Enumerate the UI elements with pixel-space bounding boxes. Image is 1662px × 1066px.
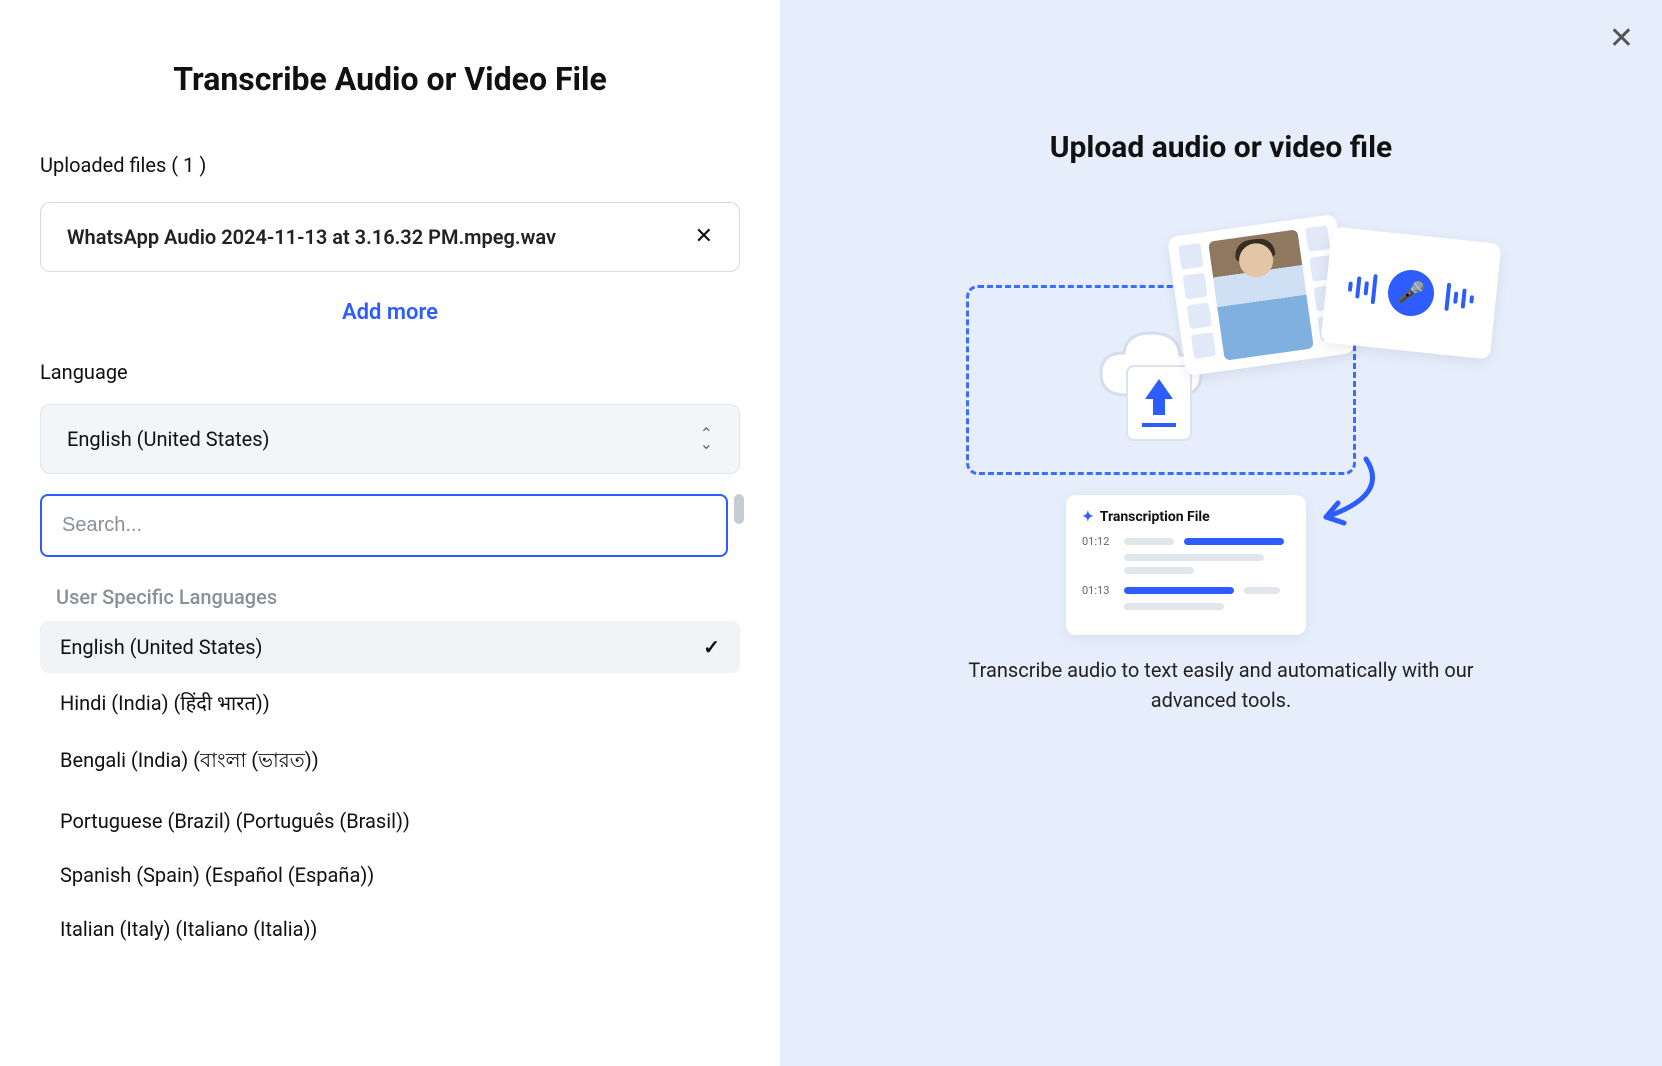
add-more-button[interactable]: Add more <box>40 300 740 325</box>
language-option[interactable]: Bengali (India) (বাংলা (ভারত)) <box>40 732 740 793</box>
language-option[interactable]: Hindi (India) (हिंदी भारत)) <box>40 675 740 730</box>
language-option-label: English (United States) <box>60 635 263 659</box>
uploaded-file-chip: WhatsApp Audio 2024-11-13 at 3.16.32 PM.… <box>40 202 740 272</box>
language-label: Language <box>40 360 740 384</box>
chevron-sort-icon: ⌃⌄ <box>700 429 713 448</box>
right-panel: ✕ Upload audio or video file 🎤 <box>780 0 1662 1066</box>
waveform-icon <box>1347 271 1378 304</box>
upload-card <box>1126 365 1192 441</box>
search-input[interactable] <box>40 494 728 557</box>
language-dropdown: User Specific Languages English (United … <box>40 494 740 955</box>
language-options-list: English (United States) ✓ Hindi (India) … <box>40 621 740 955</box>
language-option-label: Spanish (Spain) (Español (España)) <box>60 863 374 887</box>
language-option-label: Portuguese (Brazil) (Português (Brasil)) <box>60 809 410 833</box>
waveform-icon <box>1444 283 1475 314</box>
language-option[interactable]: Spanish (Spain) (Español (España)) <box>40 849 740 901</box>
upload-illustration: 🎤 ✦ Transcription File 01:12 01:13 <box>946 225 1496 655</box>
remove-file-icon[interactable]: ✕ <box>695 226 713 248</box>
language-option-label: Hindi (India) (हिंदी भारत)) <box>60 689 270 716</box>
language-option-label: Bengali (India) (বাংলা (ভারত)) <box>60 746 319 779</box>
language-option[interactable]: English (United States) ✓ <box>40 621 740 673</box>
checkmark-icon: ✓ <box>703 635 720 659</box>
language-option-label: Italian (Italy) (Italiano (Italia)) <box>60 917 317 941</box>
audio-thumbnail-card: 🎤 <box>1320 226 1501 359</box>
selected-language: English (United States) <box>67 427 270 451</box>
left-panel: Transcribe Audio or Video File Uploaded … <box>0 0 780 1066</box>
language-select[interactable]: English (United States) ⌃⌄ <box>40 404 740 474</box>
transcription-file-card: ✦ Transcription File 01:12 01:13 <box>1066 495 1306 635</box>
upload-arrow-icon <box>1145 379 1173 399</box>
dropdown-section-header: User Specific Languages <box>40 579 740 621</box>
close-icon[interactable]: ✕ <box>1609 24 1634 54</box>
curved-arrow-icon <box>1306 455 1396 545</box>
transcription-card-title: ✦ Transcription File <box>1082 509 1290 525</box>
page-title: Transcribe Audio or Video File <box>40 60 740 98</box>
sparkle-icon: ✦ <box>1082 509 1094 525</box>
language-option[interactable]: Portuguese (Brazil) (Português (Brasil)) <box>40 795 740 847</box>
scrollbar-thumb[interactable] <box>734 494 744 524</box>
right-panel-title: Upload audio or video file <box>1050 130 1392 165</box>
language-option[interactable]: Italian (Italy) (Italiano (Italia)) <box>40 903 740 955</box>
uploaded-file-name: WhatsApp Audio 2024-11-13 at 3.16.32 PM.… <box>67 225 556 249</box>
microphone-icon: 🎤 <box>1386 268 1437 319</box>
right-panel-description: Transcribe audio to text easily and auto… <box>941 655 1501 715</box>
uploaded-files-label: Uploaded files ( 1 ) <box>40 153 740 177</box>
